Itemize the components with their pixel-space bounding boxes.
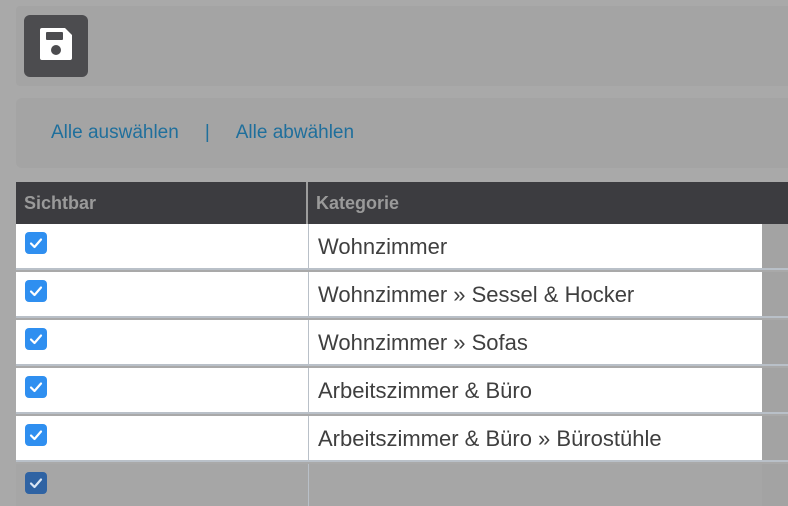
checkmark-icon (29, 478, 43, 489)
visible-checkbox[interactable] (25, 424, 47, 446)
category-cell: Wohnzimmer » Sofas (309, 320, 762, 364)
floppy-disk-icon (38, 26, 74, 67)
page: Alle auswählen | Alle abwählen Sichtbar … (0, 0, 788, 506)
save-button[interactable] (24, 15, 88, 77)
table-row: Wohnzimmer » Sofas (16, 320, 788, 366)
table-row (16, 464, 788, 506)
checkmark-icon (29, 382, 43, 393)
table-row: Arbeitszimmer & Büro » Bürostühle (16, 416, 788, 462)
visible-cell (16, 320, 309, 364)
deselect-all-link[interactable]: Alle abwählen (236, 122, 354, 144)
visible-checkbox[interactable] (25, 328, 47, 350)
select-all-link[interactable]: Alle auswählen (51, 122, 179, 144)
selection-bar: Alle auswählen | Alle abwählen (16, 98, 788, 168)
row-filler (762, 416, 788, 460)
visible-checkbox[interactable] (25, 472, 47, 494)
row-filler (762, 464, 788, 506)
row-filler (762, 320, 788, 364)
checkmark-icon (29, 286, 43, 297)
checkmark-icon (29, 238, 43, 249)
link-separator: | (204, 122, 210, 143)
category-table: Sichtbar Kategorie Wohnzimmer Wohnzimmer… (16, 182, 788, 506)
category-cell: Arbeitszimmer & Büro (309, 368, 762, 412)
row-filler (762, 368, 788, 412)
category-cell: Arbeitszimmer & Büro » Bürostühle (309, 416, 762, 460)
checkmark-icon (29, 334, 43, 345)
visible-cell (16, 224, 309, 268)
category-cell (309, 464, 762, 506)
visible-cell (16, 464, 309, 506)
visible-checkbox[interactable] (25, 376, 47, 398)
table-header: Sichtbar Kategorie (16, 182, 788, 224)
visible-checkbox[interactable] (25, 232, 47, 254)
table-row: Wohnzimmer » Sessel & Hocker (16, 272, 788, 318)
row-filler (762, 272, 788, 316)
visible-cell (16, 416, 309, 460)
visible-cell (16, 368, 309, 412)
visible-cell (16, 272, 309, 316)
checkmark-icon (29, 430, 43, 441)
category-cell: Wohnzimmer (309, 224, 762, 268)
category-cell: Wohnzimmer » Sessel & Hocker (309, 272, 762, 316)
toolbar (16, 6, 788, 86)
table-row: Wohnzimmer (16, 224, 788, 270)
table-row: Arbeitszimmer & Büro (16, 368, 788, 414)
column-header-visible[interactable]: Sichtbar (16, 182, 308, 224)
visible-checkbox[interactable] (25, 280, 47, 302)
row-filler (762, 224, 788, 268)
column-header-category[interactable]: Kategorie (308, 182, 788, 224)
